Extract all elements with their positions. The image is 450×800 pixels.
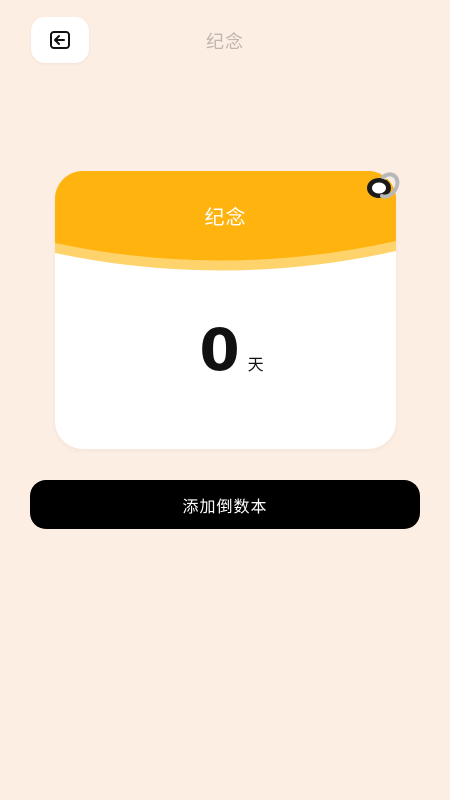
app-screen: 纪念 纪念 0 天 添加倒数本 <box>0 0 450 800</box>
binder-ring-icon <box>367 172 400 199</box>
day-counter: 0 天 <box>55 321 396 379</box>
day-unit: 天 <box>247 355 264 374</box>
page-title: 纪念 <box>206 32 244 53</box>
memorial-card[interactable]: 纪念 0 天 <box>55 171 396 449</box>
add-countdown-button[interactable]: 添加倒数本 <box>30 480 420 529</box>
day-count: 0 <box>199 316 240 384</box>
card-title: 纪念 <box>204 205 247 229</box>
